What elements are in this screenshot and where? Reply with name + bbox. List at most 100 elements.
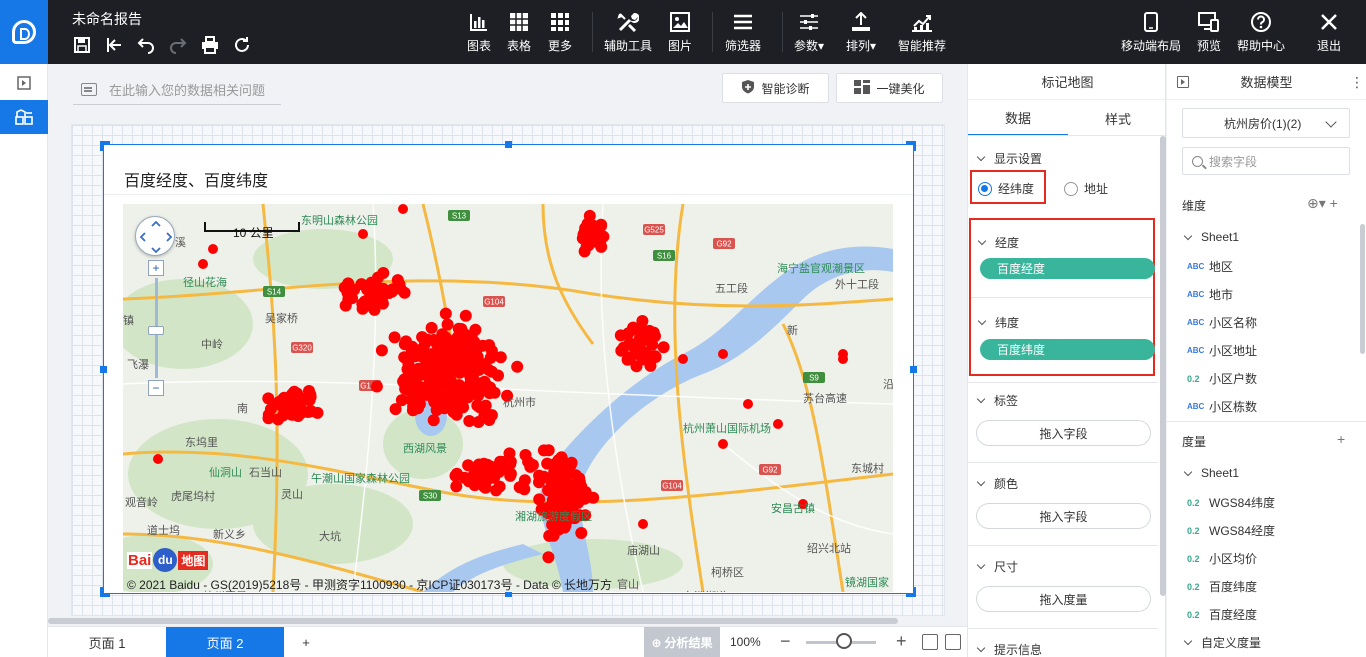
map-marker[interactable]: [358, 229, 368, 239]
map-marker[interactable]: [392, 281, 405, 294]
preview-tool[interactable]: 预览: [1197, 10, 1221, 54]
map-marker[interactable]: [522, 455, 535, 468]
map-marker[interactable]: [452, 397, 465, 410]
map-marker[interactable]: [346, 292, 358, 305]
one-click-beautify-button[interactable]: 一键美化: [836, 73, 943, 103]
display-settings-header[interactable]: 显示设置: [976, 150, 1042, 167]
aux-tools-tool[interactable]: 辅助工具: [604, 10, 652, 54]
zoom-out-icon[interactable]: −: [148, 380, 164, 396]
map-marker[interactable]: [533, 493, 546, 506]
fit-screen-icon[interactable]: [945, 634, 961, 650]
resize-corner-bottom-right[interactable]: [906, 587, 916, 597]
mobile-layout-tool[interactable]: 移动端布局: [1121, 10, 1181, 54]
map-marker[interactable]: [638, 519, 648, 529]
dimension-field[interactable]: ABC 小区栋数: [1187, 398, 1257, 415]
map-marker[interactable]: [484, 351, 497, 364]
map-marker[interactable]: [627, 321, 640, 334]
longitude-field-pill[interactable]: 百度经度: [980, 258, 1155, 279]
expand-panel-icon[interactable]: [0, 66, 48, 100]
map-marker[interactable]: [468, 479, 481, 492]
globe-icon[interactable]: ⊕▾: [1307, 195, 1326, 211]
map-marker[interactable]: [459, 309, 472, 322]
map-marker[interactable]: [614, 329, 627, 342]
filter-tool[interactable]: 筛选器: [725, 10, 761, 54]
resize-corner-top-left[interactable]: [100, 141, 110, 151]
params-tool[interactable]: 参数▾: [794, 10, 824, 54]
map-marker[interactable]: [338, 281, 351, 294]
map-marker[interactable]: [595, 240, 608, 253]
map-marker[interactable]: [435, 387, 448, 400]
map-marker[interactable]: [377, 267, 390, 279]
map-marker[interactable]: [413, 398, 426, 411]
map-marker[interactable]: [198, 259, 208, 269]
table-tool[interactable]: 表格: [507, 10, 531, 54]
map-marker[interactable]: [643, 355, 656, 368]
map-marker[interactable]: [575, 527, 588, 539]
horizontal-scrollbar[interactable]: [48, 618, 898, 624]
color-header[interactable]: 颜色: [976, 475, 1018, 492]
zoom-slider-knob[interactable]: [148, 326, 164, 335]
map-marker[interactable]: [449, 469, 462, 482]
resize-corner-top-right[interactable]: [906, 141, 916, 151]
map-marker[interactable]: [587, 491, 600, 504]
map-marker[interactable]: [262, 412, 275, 425]
add-measure-icon[interactable]: +: [1337, 431, 1345, 447]
map-marker[interactable]: [294, 399, 307, 411]
longitude-header[interactable]: 经度: [977, 234, 1019, 251]
app-logo[interactable]: [0, 0, 48, 64]
map-marker[interactable]: [451, 331, 464, 344]
map-marker[interactable]: [303, 385, 315, 397]
dimension-field[interactable]: ABC 小区地址: [1187, 342, 1257, 359]
map-marker[interactable]: [504, 458, 517, 471]
map-marker[interactable]: [518, 474, 531, 487]
map-marker[interactable]: [474, 382, 487, 395]
smart-recommend-tool[interactable]: 智能推荐: [898, 10, 946, 54]
map-marker[interactable]: [558, 480, 570, 493]
map-marker[interactable]: [488, 386, 501, 399]
pan-control[interactable]: [135, 216, 175, 256]
back-to-list-icon[interactable]: [102, 34, 126, 56]
latitude-header[interactable]: 纬度: [977, 314, 1019, 331]
page-tab-1[interactable]: 页面 1: [48, 627, 166, 657]
map-marker[interactable]: [430, 404, 443, 416]
color-drop-zone[interactable]: 拖入字段: [976, 503, 1151, 529]
radio-address[interactable]: 地址: [1064, 180, 1108, 197]
resize-handle-top[interactable]: [505, 141, 512, 148]
model-scrollbar[interactable]: [1360, 224, 1365, 354]
map-marker[interactable]: [262, 392, 275, 405]
fit-width-icon[interactable]: [922, 634, 938, 650]
map-marker[interactable]: [538, 470, 550, 483]
map-marker[interactable]: [480, 474, 493, 487]
tab-data[interactable]: 数据: [968, 100, 1068, 136]
map-marker[interactable]: [425, 321, 438, 334]
measure-field[interactable]: 0.2 WGS84经度: [1187, 522, 1275, 539]
map-marker[interactable]: [568, 492, 581, 504]
zoom-control[interactable]: + −: [148, 260, 164, 396]
map-marker[interactable]: [773, 419, 783, 429]
dimension-field[interactable]: ABC 小区名称: [1187, 314, 1257, 331]
save-icon[interactable]: [70, 34, 94, 56]
map-marker[interactable]: [537, 444, 550, 457]
exit-tool[interactable]: 退出: [1317, 10, 1341, 54]
map-marker[interactable]: [511, 360, 524, 373]
arrange-tool[interactable]: 排列▾: [846, 10, 876, 54]
map-marker[interactable]: [657, 341, 670, 354]
map-marker[interactable]: [633, 337, 645, 350]
map-marker[interactable]: [555, 451, 568, 464]
refresh-icon[interactable]: [230, 34, 254, 56]
measure-field[interactable]: 0.2 小区均价: [1187, 550, 1257, 567]
dataset-select[interactable]: 杭州房价(1)(2): [1182, 108, 1350, 138]
map-marker[interactable]: [153, 454, 163, 464]
zoom-in-button[interactable]: +: [896, 631, 907, 652]
size-header[interactable]: 尺寸: [976, 558, 1018, 575]
zoom-slider-handle[interactable]: [836, 633, 852, 649]
chart-tool[interactable]: 图表: [467, 10, 491, 54]
map-marker[interactable]: [468, 467, 481, 480]
zoom-out-button[interactable]: −: [780, 631, 791, 652]
zoom-in-icon[interactable]: +: [148, 260, 164, 276]
map-marker[interactable]: [461, 363, 474, 376]
measure-sheet[interactable]: Sheet1: [1183, 466, 1239, 480]
tooltip-header[interactable]: 提示信息: [976, 641, 1042, 657]
resize-handle-left[interactable]: [100, 366, 107, 373]
field-search-input[interactable]: 搜索字段: [1182, 147, 1350, 175]
